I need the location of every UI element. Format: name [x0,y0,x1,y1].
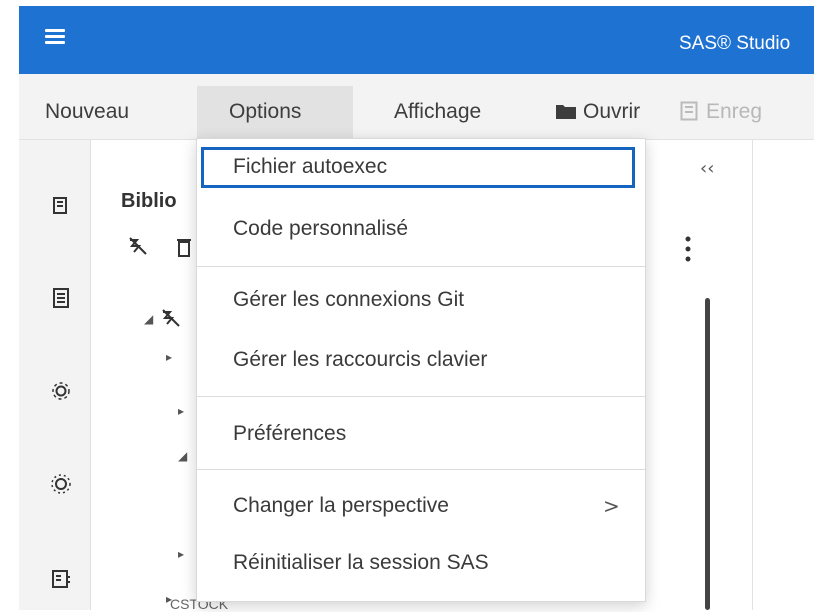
menu-separator [197,266,645,267]
menu-item-custom-code[interactable]: Code personnalisé [233,217,408,241]
tasks-icon[interactable] [50,380,72,402]
menu-options[interactable]: Options [229,100,301,124]
tree-expanded-icon[interactable]: ◢ [178,449,187,463]
settings-gear-icon[interactable] [50,473,72,495]
panel-scrollbar[interactable] [705,298,710,610]
files-icon[interactable] [50,195,72,217]
panel-divider [752,140,753,610]
menu-open[interactable]: Ouvrir [583,100,640,124]
menu-new[interactable]: Nouveau [45,100,129,124]
tree-expanded-icon[interactable]: ◢ [144,312,153,326]
menu-separator [197,396,645,397]
folder-icon[interactable] [555,103,577,120]
menu-item-preferences[interactable]: Préférences [233,422,346,446]
library-node-icon [162,309,180,327]
document-icon[interactable] [50,287,72,309]
menu-item-keyboard-shortcuts[interactable]: Gérer les raccourcis clavier [233,348,487,372]
library-disconnect-icon[interactable] [127,235,149,257]
menu-item-reset-session[interactable]: Réinitialiser la session SAS [233,551,489,575]
app-title: SAS® Studio [679,33,791,54]
tree-collapsed-icon[interactable]: ▸ [178,404,184,418]
hamburger-menu-icon[interactable] [45,29,65,45]
panel-title: Biblio [121,190,177,212]
tree-collapsed-icon[interactable]: ▸ [166,350,172,364]
delete-icon[interactable] [176,236,192,258]
tree-collapsed-icon[interactable]: ▸ [178,547,184,561]
menu-save: Enreg [706,100,763,123]
menu-item-git-connections[interactable]: Gérer les connexions Git [233,288,464,312]
menu-item-autoexec[interactable]: Fichier autoexec [233,155,387,179]
snippets-icon[interactable] [50,568,72,590]
submenu-chevron-icon: > [603,494,620,518]
options-dropdown-menu: Fichier autoexec Code personnalisé Gérer… [196,138,646,602]
kebab-menu-icon[interactable] [685,236,691,262]
collapse-panel-icon[interactable]: ‹‹ [700,158,714,179]
menu-item-change-perspective[interactable]: Changer la perspective [233,494,449,518]
save-icon[interactable] [680,101,698,121]
menu-separator [197,469,645,470]
menu-view[interactable]: Affichage [394,100,481,124]
